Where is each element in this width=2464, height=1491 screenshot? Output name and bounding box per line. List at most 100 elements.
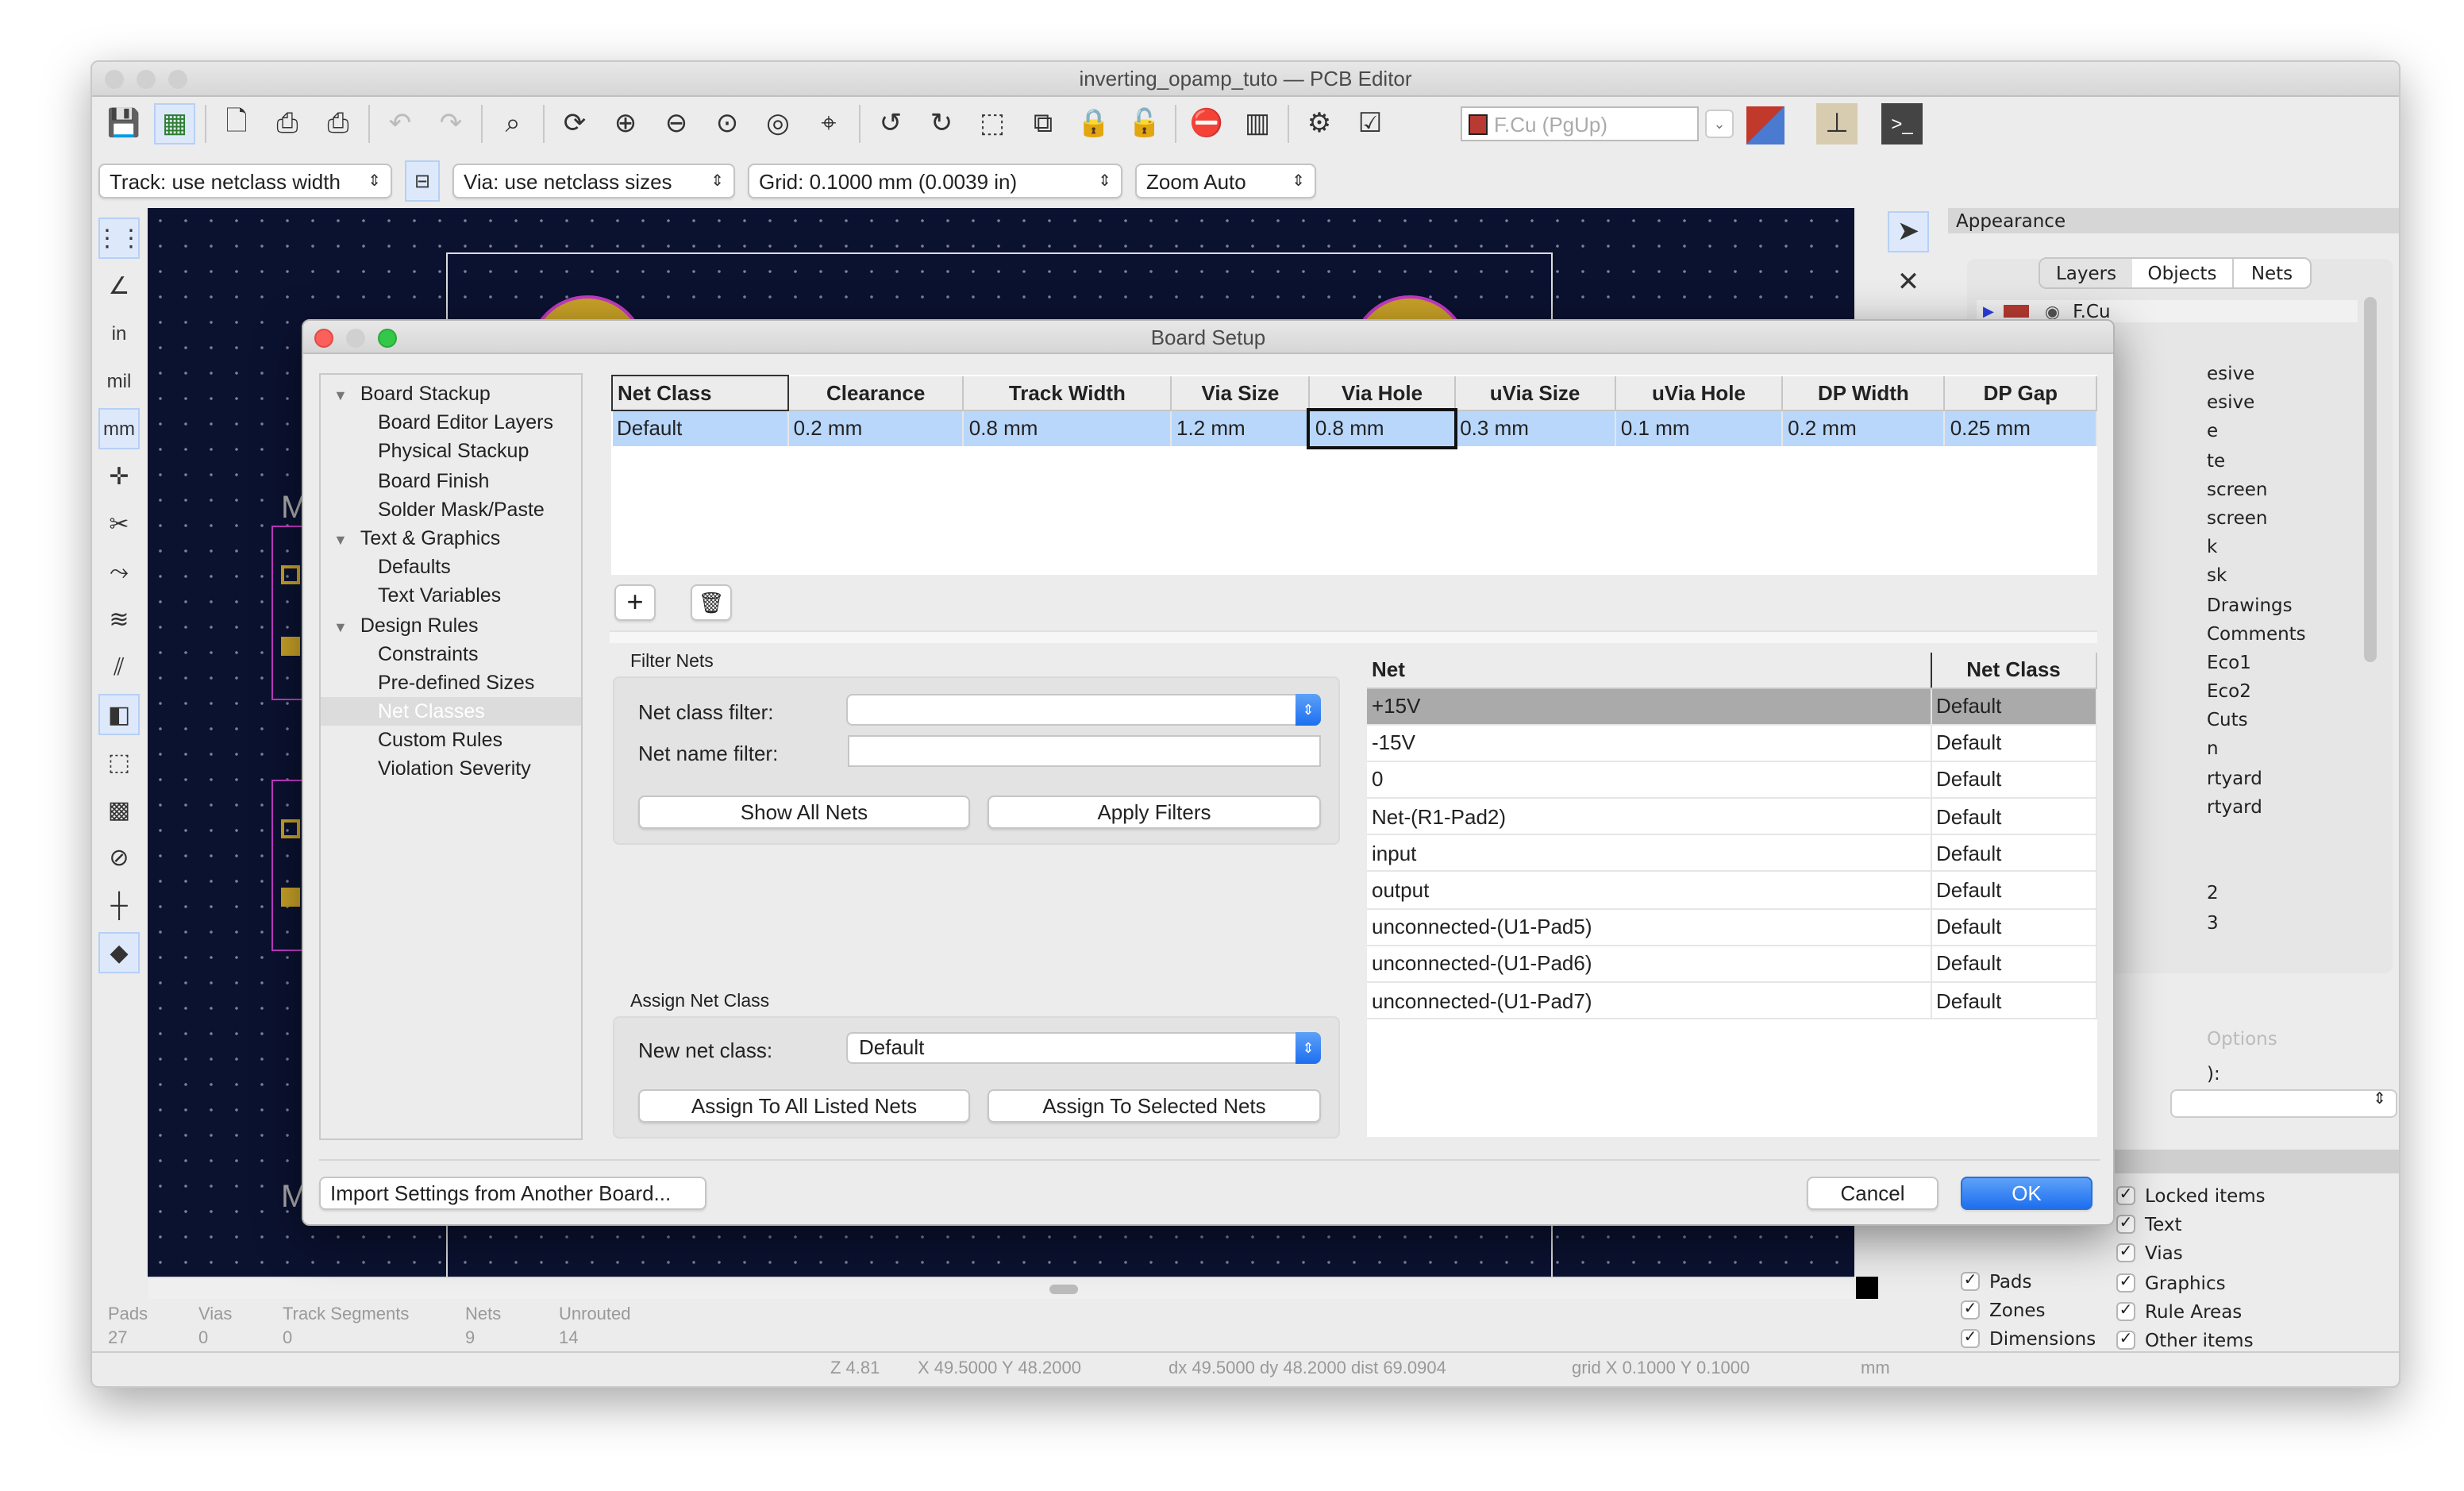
net-row[interactable]: unconnected-(U1-Pad7) Default: [1367, 982, 2097, 1020]
object-visibility-checkbox[interactable]: ✓ Dimensions: [1961, 1325, 2096, 1354]
lock-icon[interactable]: 🔒: [1073, 103, 1115, 144]
layer-row[interactable]: [2207, 821, 2306, 850]
net-row[interactable]: unconnected-(U1-Pad6) Default: [1367, 945, 2097, 984]
drc-icon[interactable]: ☑: [1349, 103, 1391, 144]
column-header[interactable]: DP Gap: [1944, 376, 2097, 411]
tree-item[interactable]: Custom Rules: [321, 726, 581, 755]
auto-track-width-icon[interactable]: ⊟: [405, 160, 440, 202]
import-settings-button[interactable]: Import Settings from Another Board...: [319, 1177, 706, 1210]
zoom-dialog-button[interactable]: [378, 329, 397, 348]
net-name-cell[interactable]: +15V: [1367, 688, 1931, 726]
zoom-fit-icon[interactable]: ⊙: [706, 103, 748, 144]
object-visibility-checkbox[interactable]: ✓ Vias: [2116, 1239, 2266, 1268]
zoom-selection-icon[interactable]: ⌖: [808, 103, 849, 144]
expand-triangle-icon[interactable]: ▼: [333, 532, 348, 548]
board-setup-icon[interactable]: ▦: [154, 103, 195, 144]
net-row[interactable]: 0 Default: [1367, 761, 2097, 799]
column-header[interactable]: uVia Size: [1454, 376, 1616, 411]
object-visibility-checkbox[interactable]: ✓ Text: [2116, 1210, 2266, 1239]
mil-icon[interactable]: mil: [98, 360, 140, 402]
presets-select[interactable]: ⇕: [2170, 1089, 2397, 1118]
column-header[interactable]: Via Size: [1171, 376, 1311, 411]
net-name-cell[interactable]: Net-(R1-Pad2): [1367, 798, 1931, 836]
select-tool-icon[interactable]: ➤: [1888, 211, 1929, 252]
table-cell[interactable]: 0.25 mm: [1944, 410, 2097, 445]
layer-row[interactable]: rtyard: [2207, 763, 2306, 792]
add-netclass-button[interactable]: +: [614, 584, 656, 621]
net-name-filter-input[interactable]: [848, 735, 1321, 767]
column-header[interactable]: Net Class: [611, 375, 789, 411]
router-icon[interactable]: ⊥: [1816, 103, 1858, 144]
net-class-cell[interactable]: Default: [1931, 761, 2097, 799]
maximize-window-button[interactable]: [168, 70, 187, 89]
object-visibility-checkbox[interactable]: ✓ Locked items: [2116, 1181, 2266, 1210]
layer-row[interactable]: esive: [2207, 387, 2306, 416]
tree-item[interactable]: Violation Severity: [321, 755, 581, 784]
delete-netclass-button[interactable]: 🗑: [691, 584, 732, 621]
tree-item[interactable]: Board Editor Layers: [321, 408, 581, 437]
table-row[interactable]: Default 0.2 mm 0.8 mm 1.2 mm 0.8 mm 0.3 mm 0.1…: [612, 407, 2097, 449]
tree-item[interactable]: Constraints: [321, 639, 581, 668]
net-name-cell[interactable]: unconnected-(U1-Pad6): [1367, 945, 1931, 984]
ok-button[interactable]: OK: [1961, 1177, 2092, 1210]
net-class-cell[interactable]: Default: [1931, 871, 2097, 910]
column-header[interactable]: Net: [1367, 653, 1931, 688]
close-dialog-button[interactable]: [314, 329, 333, 348]
net-name-cell[interactable]: input: [1367, 834, 1931, 873]
tree-item[interactable]: Pre-defined Sizes: [321, 668, 581, 697]
page-settings-icon[interactable]: 🗋: [216, 103, 257, 144]
column-header[interactable]: Net Class: [1931, 653, 2097, 688]
layer-pair-icon[interactable]: [1746, 106, 1784, 144]
object-visibility-checkbox[interactable]: ✓ Pads: [1961, 1267, 2096, 1296]
curved-ratsnest-icon[interactable]: ⤳: [98, 551, 140, 592]
polar-icon[interactable]: ∠: [98, 265, 140, 306]
net-class-cell[interactable]: Default: [1931, 834, 2097, 873]
layer-row[interactable]: Drawings: [2207, 590, 2306, 618]
apply-filters-button[interactable]: Apply Filters: [988, 796, 1321, 829]
minimize-dialog-button[interactable]: [346, 329, 365, 348]
table-cell[interactable]: 0.1 mm: [1615, 410, 1784, 445]
via-size-select[interactable]: Via: use netclass sizes ⇕: [452, 164, 735, 198]
column-header[interactable]: uVia Hole: [1615, 376, 1784, 411]
layer-row[interactable]: esive: [2207, 359, 2306, 387]
tree-item[interactable]: Board Finish: [321, 466, 581, 495]
net-row[interactable]: -15V Default: [1367, 724, 2097, 762]
net-class-cell[interactable]: Default: [1931, 908, 2097, 946]
track-highlight-icon[interactable]: ≋: [98, 599, 140, 640]
rotate-ccw-icon[interactable]: ↺: [870, 103, 911, 144]
splitter[interactable]: [610, 630, 2097, 643]
ungroup-icon[interactable]: ⧉: [1022, 103, 1064, 144]
net-class-cell[interactable]: Default: [1931, 945, 2097, 984]
microwave-icon[interactable]: ┼: [98, 884, 140, 926]
zoom-objects-icon[interactable]: ◎: [757, 103, 799, 144]
column-header[interactable]: Track Width: [963, 376, 1172, 411]
layer-row[interactable]: Eco2: [2207, 676, 2306, 705]
undo-icon[interactable]: ↶: [379, 103, 421, 144]
column-header[interactable]: DP Width: [1782, 376, 1946, 411]
column-header[interactable]: Via Hole: [1309, 376, 1456, 411]
net-name-cell[interactable]: unconnected-(U1-Pad5): [1367, 908, 1931, 946]
layer-row[interactable]: Cuts: [2207, 706, 2306, 734]
net-name-cell[interactable]: 0: [1367, 761, 1931, 799]
unlock-icon[interactable]: 🔓: [1124, 103, 1165, 144]
layers-icon[interactable]: ◆: [98, 932, 140, 973]
scripting-icon[interactable]: ⚙: [1299, 103, 1340, 144]
net-name-cell[interactable]: -15V: [1367, 724, 1931, 762]
layer-row[interactable]: 3: [2207, 907, 2306, 936]
object-visibility-checkbox[interactable]: ✓ Graphics: [2116, 1268, 2266, 1296]
zone-outline-icon[interactable]: ⬚: [98, 742, 140, 783]
net-row[interactable]: +15V Default: [1367, 688, 2097, 726]
zoom-out-icon[interactable]: ⊖: [656, 103, 697, 144]
layer-row[interactable]: 2: [2207, 879, 2306, 907]
layer-row[interactable]: sk: [2207, 561, 2306, 590]
layer-row[interactable]: e: [2207, 417, 2306, 445]
tab-nets[interactable]: Nets: [2234, 259, 2310, 287]
assign-to-selected-nets-button[interactable]: Assign To Selected Nets: [988, 1089, 1321, 1123]
net-name-cell[interactable]: output: [1367, 871, 1931, 910]
minimize-window-button[interactable]: [137, 70, 156, 89]
tree-item[interactable]: ▼ Text & Graphics: [321, 524, 581, 553]
layer-row[interactable]: screen: [2207, 475, 2306, 503]
grid-icon[interactable]: ⋮⋮: [95, 218, 143, 259]
zone-fill-icon[interactable]: ◧: [98, 694, 140, 735]
net-class-cell[interactable]: Default: [1931, 688, 2097, 726]
